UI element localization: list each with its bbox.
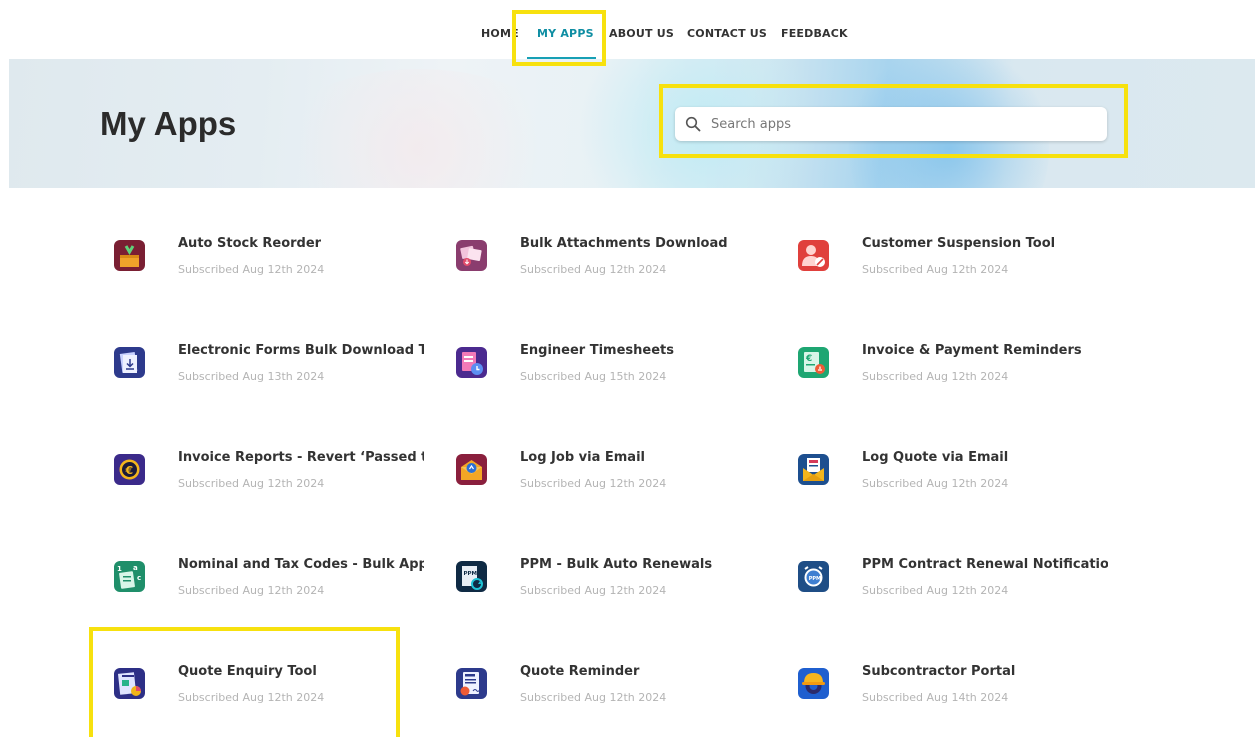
user-block-icon: [798, 240, 829, 271]
app-item-ppm-bulk-auto-renewals[interactable]: PPM PPM - Bulk Auto Renewals Subscribed …: [456, 557, 786, 607]
app-name: Nominal and Tax Codes - Bulk Apply: [178, 557, 424, 572]
app-subscribed-date: Subscribed Aug 12th 2024: [862, 584, 1009, 597]
search-input[interactable]: [711, 107, 1091, 141]
hero-decoration: [269, 69, 569, 188]
svg-text:c: c: [137, 574, 141, 582]
app-name: Invoice Reports - Revert ‘Passed to Acco…: [178, 450, 424, 465]
app-item-invoice-reports-revert[interactable]: € Invoice Reports - Revert ‘Passed to Ac…: [114, 450, 444, 500]
app-subscribed-date: Subscribed Aug 12th 2024: [862, 263, 1009, 276]
app-item-log-quote-via-email[interactable]: Log Quote via Email Subscribed Aug 12th …: [798, 450, 1128, 500]
app-subscribed-date: Subscribed Aug 12th 2024: [520, 691, 667, 704]
svg-text:1: 1: [117, 565, 122, 573]
app-subscribed-date: Subscribed Aug 12th 2024: [178, 691, 325, 704]
search-box: [675, 107, 1107, 141]
forms-download-icon: [114, 347, 145, 378]
app-item-subcontractor-portal[interactable]: Subcontractor Portal Subscribed Aug 14th…: [798, 664, 1128, 714]
app-item-customer-suspension-tool[interactable]: Customer Suspension Tool Subscribed Aug …: [798, 236, 1128, 286]
invoice-reminder-icon: €: [798, 347, 829, 378]
app-item-nominal-tax-codes-bulk-apply[interactable]: 1 ac Nominal and Tax Codes - Bulk Apply S…: [114, 557, 444, 607]
nav-contact-us[interactable]: CONTACT US: [687, 27, 767, 40]
quote-reminder-icon: [456, 668, 487, 699]
ppm-renew-icon: PPM: [456, 561, 487, 592]
quote-enquiry-icon: [114, 668, 145, 699]
app-name: PPM Contract Renewal Notifications: [862, 557, 1108, 572]
app-name: Auto Stock Reorder: [178, 236, 322, 251]
app-subscribed-date: Subscribed Aug 12th 2024: [520, 584, 667, 597]
attachments-icon: [456, 240, 487, 271]
app-item-quote-enquiry-tool[interactable]: Quote Enquiry Tool Subscribed Aug 12th 2…: [114, 664, 444, 714]
svg-text:PPM: PPM: [464, 571, 478, 577]
stock-box-icon: [114, 240, 145, 271]
nav-home[interactable]: HOME: [481, 27, 519, 40]
quote-email-icon: [798, 454, 829, 485]
top-navigation: HOME MY APPS ABOUT US CONTACT US FEEDBAC…: [0, 0, 1255, 60]
app-subscribed-date: Subscribed Aug 12th 2024: [178, 263, 325, 276]
app-subscribed-date: Subscribed Aug 12th 2024: [520, 263, 667, 276]
nav-feedback[interactable]: FEEDBACK: [781, 27, 848, 40]
app-subscribed-date: Subscribed Aug 14th 2024: [862, 691, 1009, 704]
app-name: Log Job via Email: [520, 450, 645, 465]
app-item-engineer-timesheets[interactable]: Engineer Timesheets Subscribed Aug 15th …: [456, 343, 786, 393]
hardhat-gear-icon: [798, 668, 829, 699]
app-item-bulk-attachments-download[interactable]: Bulk Attachments Download Subscribed Aug…: [456, 236, 786, 286]
app-name: Quote Enquiry Tool: [178, 664, 317, 679]
app-name: Log Quote via Email: [862, 450, 1009, 465]
svg-text:€: €: [805, 354, 812, 364]
search-icon: [685, 116, 701, 132]
tax-codes-icon: 1 ac: [114, 561, 145, 592]
job-email-icon: [456, 454, 487, 485]
app-subscribed-date: Subscribed Aug 13th 2024: [178, 370, 325, 383]
app-item-auto-stock-reorder[interactable]: Auto Stock Reorder Subscribed Aug 12th 2…: [114, 236, 444, 286]
app-subscribed-date: Subscribed Aug 12th 2024: [178, 477, 325, 490]
app-name: Engineer Timesheets: [520, 343, 674, 358]
svg-text:a: a: [133, 564, 138, 572]
app-item-ppm-contract-renewal-notifications[interactable]: PPM PPM Contract Renewal Notifications S…: [798, 557, 1128, 607]
app-item-log-job-via-email[interactable]: Log Job via Email Subscribed Aug 12th 20…: [456, 450, 786, 500]
app-subscribed-date: Subscribed Aug 15th 2024: [520, 370, 667, 383]
app-subscribed-date: Subscribed Aug 12th 2024: [520, 477, 667, 490]
nav-about-us[interactable]: ABOUT US: [609, 27, 674, 40]
page-title: My Apps: [100, 105, 237, 142]
app-name: Invoice & Payment Reminders: [862, 343, 1082, 358]
ppm-alarm-icon: PPM: [798, 561, 829, 592]
svg-text:PPM: PPM: [809, 576, 821, 582]
app-subscribed-date: Subscribed Aug 12th 2024: [862, 370, 1009, 383]
app-name: Electronic Forms Bulk Download Tool: [178, 343, 424, 358]
app-name: PPM - Bulk Auto Renewals: [520, 557, 713, 572]
app-name: Quote Reminder: [520, 664, 640, 679]
app-item-invoice-payment-reminders[interactable]: € Invoice & Payment Reminders Subscribed…: [798, 343, 1128, 393]
app-name: Bulk Attachments Download: [520, 236, 728, 251]
euro-coin-icon: €: [114, 454, 145, 485]
app-subscribed-date: Subscribed Aug 12th 2024: [178, 584, 325, 597]
app-item-electronic-forms-bulk-download[interactable]: Electronic Forms Bulk Download Tool Subs…: [114, 343, 444, 393]
app-item-quote-reminder[interactable]: Quote Reminder Subscribed Aug 12th 2024: [456, 664, 786, 714]
app-subscribed-date: Subscribed Aug 12th 2024: [862, 477, 1009, 490]
app-name: Customer Suspension Tool: [862, 236, 1056, 251]
nav-my-apps[interactable]: MY APPS: [537, 27, 594, 40]
svg-text:€: €: [125, 464, 134, 477]
app-name: Subcontractor Portal: [862, 664, 1016, 679]
timesheet-icon: [456, 347, 487, 378]
